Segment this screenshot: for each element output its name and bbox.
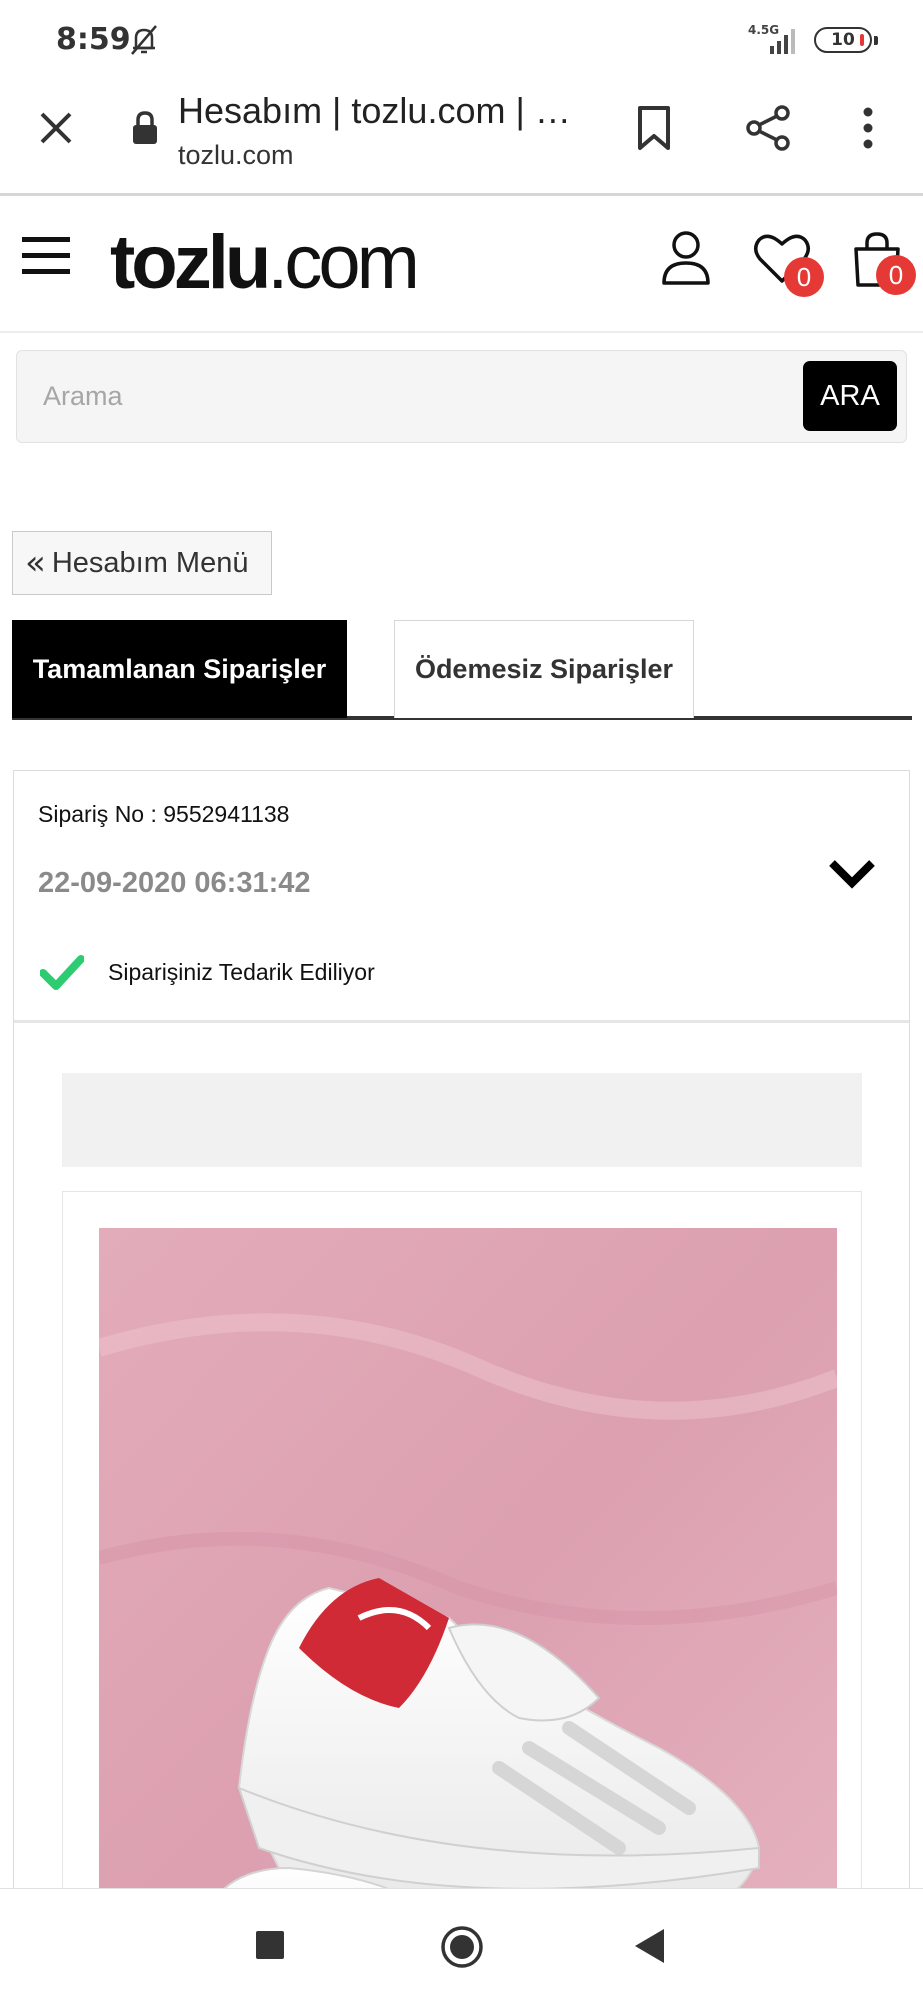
search-button[interactable]: ARA [803,361,897,431]
system-nav-bar [0,1888,923,2000]
chevron-down-icon[interactable] [826,853,878,893]
share-icon[interactable] [744,104,792,152]
product-image[interactable] [99,1228,837,1992]
search-bar: ARA [16,350,907,443]
order-tabs: Tamamlanan Siparişler Ödemesiz Siparişle… [12,620,912,720]
bookmark-icon[interactable] [634,104,674,152]
wishlist-button[interactable]: 0 [752,231,824,297]
logo-text-light: .com [267,220,420,305]
back-icon[interactable] [632,1927,668,1965]
product-card[interactable] [62,1191,862,1992]
tab-completed-orders[interactable]: Tamamlanan Siparişler [12,620,347,718]
page-title[interactable]: Hesabım | tozlu.com | … [178,90,588,132]
close-icon[interactable] [36,108,76,148]
status-time: 8:59 [56,22,131,57]
site-logo[interactable]: tozlu.com [110,219,420,306]
lock-icon[interactable] [130,110,160,146]
tab-unpaid-orders[interactable]: Ödemesiz Siparişler [394,620,694,718]
cart-button[interactable]: 0 [848,227,923,297]
cart-count-badge: 0 [876,255,916,295]
menu-icon[interactable] [22,235,70,277]
order-card: Sipariş No : 9552941138 22-09-2020 06:31… [13,770,910,1992]
account-menu-button[interactable]: « Hesabım Menü [12,531,272,595]
user-icon[interactable] [658,229,714,287]
logo-text-bold: tozlu [110,220,271,305]
status-bar: 8:59 4.5G 10 [0,0,923,80]
product-placeholder-bar [62,1073,862,1167]
search-input[interactable] [43,367,783,425]
double-chevron-left-icon: « [25,543,46,583]
order-number: Sipariş No : 9552941138 [38,801,290,827]
battery-icon: 10 [814,27,878,53]
battery-level: 10 [831,30,855,50]
muted-bell-icon [131,25,157,55]
site-header: tozlu.com 0 0 [0,199,923,333]
order-date: 22-09-2020 06:31:42 [38,867,311,899]
wishlist-count-badge: 0 [784,257,824,297]
page-url[interactable]: tozlu.com [178,140,294,171]
account-menu-label: Hesabım Menü [51,546,249,579]
check-icon [40,955,84,990]
order-header[interactable]: Sipariş No : 9552941138 22-09-2020 06:31… [14,771,909,1023]
browser-toolbar: Hesabım | tozlu.com | … tozlu.com [0,80,923,196]
recent-apps-icon[interactable] [256,1931,284,1959]
more-icon[interactable] [856,104,880,152]
signal-icon [770,29,795,54]
home-icon[interactable] [440,1925,484,1969]
order-status: Siparişiniz Tedarik Ediliyor [108,959,375,985]
